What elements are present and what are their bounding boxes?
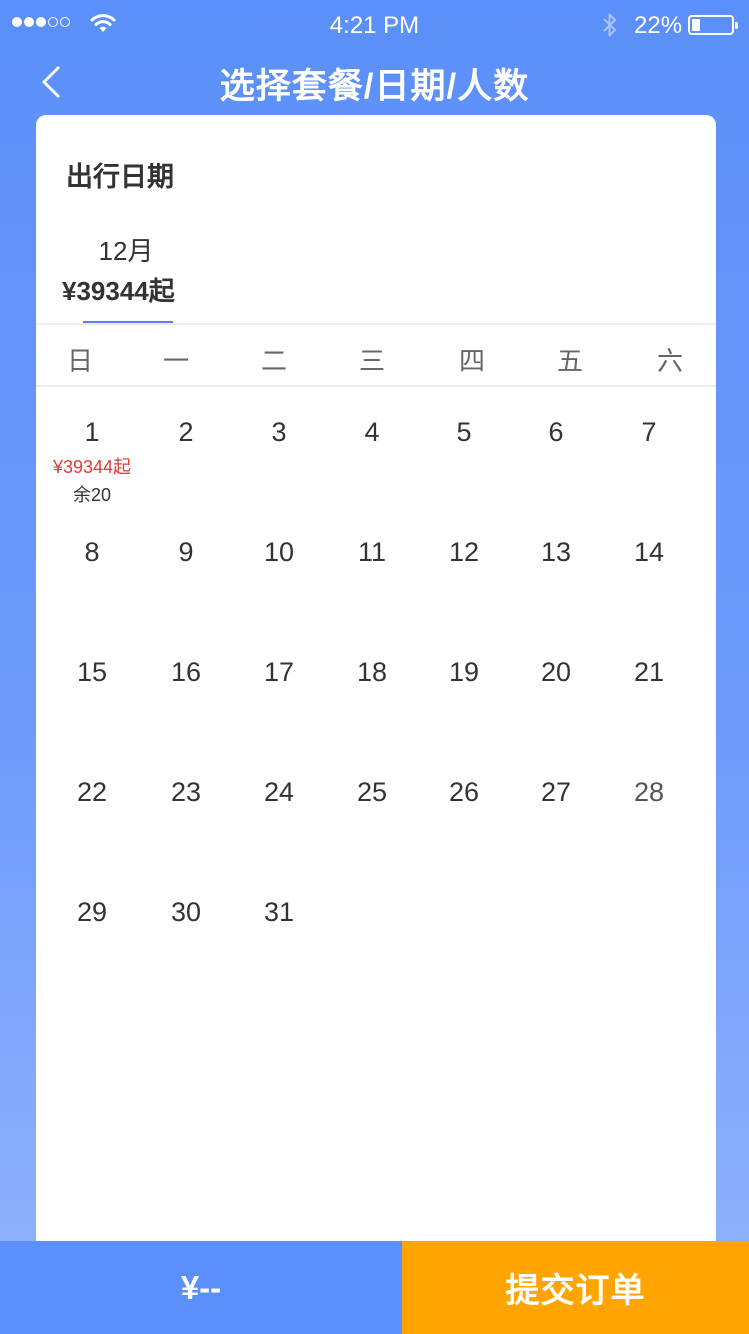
- day-number: 8: [84, 537, 100, 567]
- calendar-day[interactable]: 17: [233, 657, 325, 767]
- calendar-day[interactable]: 22: [46, 777, 138, 887]
- day-number: 1: [84, 417, 100, 447]
- day-number: 26: [448, 777, 480, 807]
- calendar-day[interactable]: 5: [418, 417, 510, 527]
- day-number: 18: [356, 657, 388, 687]
- calendar-day[interactable]: 15: [46, 657, 138, 767]
- weekday-label: 日: [66, 347, 93, 377]
- day-number: 30: [170, 897, 202, 927]
- day-number: 29: [76, 897, 108, 927]
- weekday-label: 三: [358, 347, 385, 377]
- divider: [36, 385, 716, 387]
- weekday-label: 六: [656, 347, 683, 377]
- day-number: 5: [456, 417, 472, 447]
- calendar-day[interactable]: 26: [418, 777, 510, 887]
- day-number: 31: [263, 897, 295, 927]
- day-number: 23: [170, 777, 202, 807]
- calendar-day[interactable]: 16: [140, 657, 232, 767]
- day-number: 9: [178, 537, 194, 567]
- day-number: 20: [540, 657, 572, 687]
- divider: [36, 323, 716, 325]
- day-number: 12: [448, 537, 480, 567]
- calendar-day[interactable]: 23: [140, 777, 232, 887]
- calendar-day[interactable]: 14: [603, 537, 695, 647]
- calendar-day[interactable]: 8: [46, 537, 138, 647]
- bluetooth-icon: [603, 13, 616, 37]
- status-bar: 4:21 PM 22%: [0, 0, 749, 50]
- day-number: 11: [357, 537, 387, 567]
- weekday-label: 二: [260, 347, 287, 377]
- month-tab-label: 12月: [98, 236, 154, 266]
- calendar-day[interactable]: 1 ¥39344起 余20: [46, 417, 138, 527]
- calendar-day[interactable]: 31: [233, 897, 325, 1007]
- weekday-label: 一: [162, 347, 189, 377]
- submit-order-button[interactable]: 提交订单: [402, 1241, 749, 1334]
- day-number: 24: [263, 777, 295, 807]
- day-number: 14: [633, 537, 665, 567]
- day-number: 15: [76, 657, 108, 687]
- calendar-day[interactable]: 4: [326, 417, 418, 527]
- day-number: 27: [540, 777, 572, 807]
- day-price: ¥39344起: [52, 457, 132, 477]
- calendar-day[interactable]: 6: [510, 417, 602, 527]
- calendar-day[interactable]: 3: [233, 417, 325, 527]
- battery-icon: [688, 15, 738, 35]
- calendar-day[interactable]: 28: [603, 777, 695, 887]
- calendar-day[interactable]: 13: [510, 537, 602, 647]
- calendar-day[interactable]: 21: [603, 657, 695, 767]
- weekday-header: 日一二三四五六: [36, 327, 716, 385]
- calendar-day[interactable]: 11: [326, 537, 418, 647]
- calendar-day[interactable]: 9: [140, 537, 232, 647]
- day-number: 13: [540, 537, 572, 567]
- day-number: 17: [263, 657, 295, 687]
- calendar-day[interactable]: 19: [418, 657, 510, 767]
- calendar-day[interactable]: 25: [326, 777, 418, 887]
- day-number: 7: [641, 417, 657, 447]
- day-number: 28: [633, 777, 665, 807]
- calendar-day[interactable]: 18: [326, 657, 418, 767]
- calendar-day[interactable]: 29: [46, 897, 138, 1007]
- day-number: 21: [633, 657, 665, 687]
- day-number: 16: [170, 657, 202, 687]
- calendar-day[interactable]: 30: [140, 897, 232, 1007]
- calendar-card: 出行日期 12月 ¥39344起 日一二三四五六 1 ¥39344起 余20 2 3 4 5…: [36, 115, 716, 1255]
- calendar-day[interactable]: 7: [603, 417, 695, 527]
- calendar-day[interactable]: 24: [233, 777, 325, 887]
- day-number: 6: [548, 417, 564, 447]
- page-title: 选择套餐/日期/人数: [219, 67, 530, 106]
- total-price: ¥--: [0, 1241, 402, 1334]
- month-tab-price: ¥39344起: [62, 276, 175, 306]
- calendar-day[interactable]: 27: [510, 777, 602, 887]
- day-stock: 余20: [72, 485, 112, 505]
- month-tab-december[interactable]: 12月 ¥39344起: [62, 229, 190, 325]
- day-number: 25: [356, 777, 388, 807]
- day-number: 3: [271, 417, 287, 447]
- calendar-day[interactable]: 20: [510, 657, 602, 767]
- day-number: 2: [178, 417, 194, 447]
- day-number: 4: [364, 417, 380, 447]
- battery-percent: 22%: [634, 12, 683, 39]
- day-number: 22: [76, 777, 108, 807]
- weekday-label: 五: [556, 347, 583, 377]
- calendar-day[interactable]: 2: [140, 417, 232, 527]
- travel-date-heading: 出行日期: [66, 162, 174, 192]
- weekday-label: 四: [458, 347, 485, 377]
- calendar-day[interactable]: 10: [233, 537, 325, 647]
- calendar-day[interactable]: 12: [418, 537, 510, 647]
- day-number: 19: [448, 657, 480, 687]
- day-number: 10: [263, 537, 295, 567]
